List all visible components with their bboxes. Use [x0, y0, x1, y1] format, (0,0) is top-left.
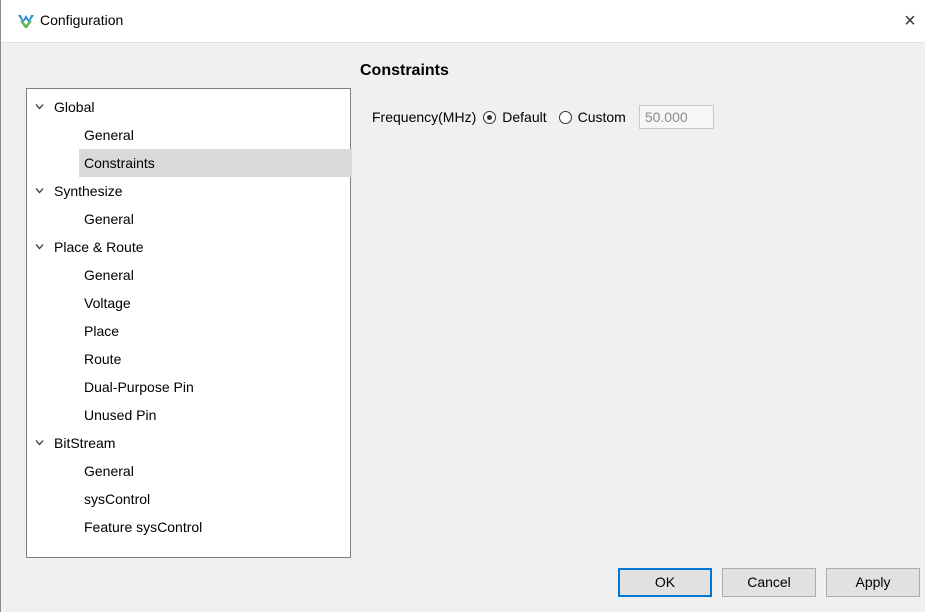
custom-radio[interactable]: [558, 110, 572, 124]
tree-group-item[interactable]: Synthesize: [35, 177, 122, 205]
tree-child-item[interactable]: Voltage: [79, 289, 352, 317]
chevron-down-icon[interactable]: [35, 186, 44, 195]
title-bar: Configuration ×: [1, 0, 925, 43]
tree-child-item[interactable]: Constraints: [79, 149, 352, 177]
default-radio-label[interactable]: Default: [502, 109, 546, 125]
tree-child-item[interactable]: General: [79, 457, 352, 485]
frequency-input[interactable]: [638, 105, 714, 129]
configuration-dialog: Configuration × Global General Constraints…: [0, 0, 925, 612]
window-title: Configuration: [40, 12, 124, 28]
ok-button[interactable]: OK: [618, 568, 712, 597]
panel-title: Constraints: [360, 62, 449, 79]
custom-radio-label[interactable]: Custom: [578, 109, 626, 125]
tree-child-item[interactable]: Place: [79, 317, 352, 345]
tree-child-item[interactable]: Unused Pin: [79, 401, 352, 429]
tree-child-item[interactable]: Feature sysControl: [79, 513, 352, 541]
frequency-label: Frequency(MHz): [372, 109, 477, 125]
tree-child-item[interactable]: General: [79, 205, 352, 233]
settings-tree: Global General Constraints Synthesize Genera…: [26, 88, 352, 558]
tree-child-label: General: [84, 463, 134, 479]
tree-child-label: General: [84, 211, 134, 227]
tree-group-label: Global: [54, 99, 95, 115]
default-radio[interactable]: [483, 110, 497, 124]
tree-child-item[interactable]: General: [79, 261, 352, 289]
tree-group-label: Place & Route: [54, 239, 144, 255]
tree-group-label: Synthesize: [54, 183, 123, 199]
chevron-down-icon[interactable]: [35, 242, 44, 251]
tree-child-label: Voltage: [84, 295, 131, 311]
tree-child-item[interactable]: sysControl: [79, 485, 352, 513]
apply-button[interactable]: Apply: [826, 568, 920, 597]
tree-group-item[interactable]: Place & Route: [35, 233, 144, 261]
tree-child-label: General: [84, 127, 134, 143]
tree-child-label: sysControl: [84, 491, 151, 507]
chevron-down-icon[interactable]: [35, 102, 44, 111]
cancel-button[interactable]: Cancel: [722, 568, 816, 597]
tree-child-label: Unused Pin: [84, 407, 157, 423]
tree-child-label: Constraints: [84, 155, 155, 171]
tree-child-item[interactable]: Dual-Purpose Pin: [79, 373, 352, 401]
frequency-row: Frequency(MHz) Default Custom: [372, 104, 714, 130]
tree-child-item[interactable]: Route: [79, 345, 352, 373]
tree-child-label: Place: [84, 323, 120, 339]
tree-child-label: General: [84, 267, 134, 283]
tree-child-item[interactable]: General: [79, 121, 352, 149]
tree-child-label: Route: [84, 351, 122, 367]
tree-group-label: BitStream: [54, 435, 116, 451]
tree-child-label: Dual-Purpose Pin: [84, 379, 194, 395]
app-logo-icon: [18, 15, 34, 28]
tree-group-item[interactable]: Global: [35, 93, 94, 121]
close-icon[interactable]: ×: [895, 0, 925, 42]
tree-group-item[interactable]: BitStream: [35, 429, 115, 457]
tree-child-label: Feature sysControl: [84, 519, 203, 535]
chevron-down-icon[interactable]: [35, 438, 44, 447]
